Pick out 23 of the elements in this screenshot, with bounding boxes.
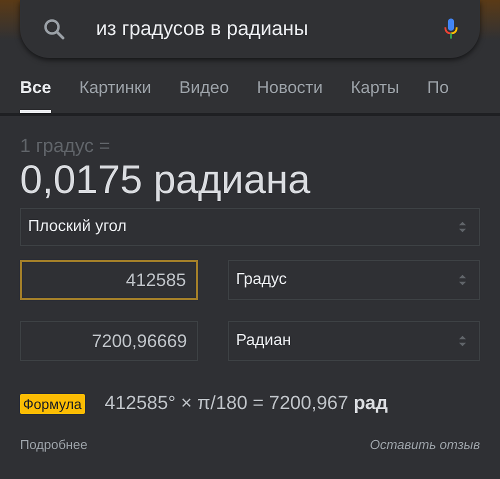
more-link[interactable]: Подробнее [20, 437, 88, 452]
dropdown-arrows-icon [458, 220, 467, 234]
conversion-result: 0,0175 радиана [20, 158, 312, 202]
search-tab[interactable]: Все [20, 76, 52, 113]
category-dropdown[interactable]: Плоский угол [20, 208, 480, 246]
search-tab[interactable]: Новости [256, 76, 323, 113]
dropdown-arrows-icon [458, 334, 467, 348]
value-field[interactable]: 412585 [20, 260, 198, 300]
search-field[interactable]: из градусов в радианы [96, 18, 414, 40]
unit-dropdown[interactable]: Радиан [228, 321, 480, 361]
search-tab[interactable]: Карты [350, 76, 400, 113]
unit-dropdown[interactable]: Градус [228, 260, 480, 300]
search-tab[interactable]: Видео [179, 76, 229, 113]
dropdown-arrows-icon [458, 273, 467, 287]
formula-text: 412585° × π/180 = 7200,967 рад [104, 393, 388, 415]
search-tab[interactable]: По [427, 76, 449, 113]
formula-badge: Формула [20, 394, 85, 414]
search-tab[interactable]: Картинки [79, 76, 152, 113]
feedback-link[interactable]: Оставить отзыв [370, 437, 480, 452]
search-icon[interactable] [42, 17, 66, 41]
search-bar[interactable]: из градусов в радианы [20, 0, 480, 58]
value-field[interactable]: 7200,96669 [20, 321, 198, 361]
microphone-icon[interactable] [444, 17, 458, 41]
